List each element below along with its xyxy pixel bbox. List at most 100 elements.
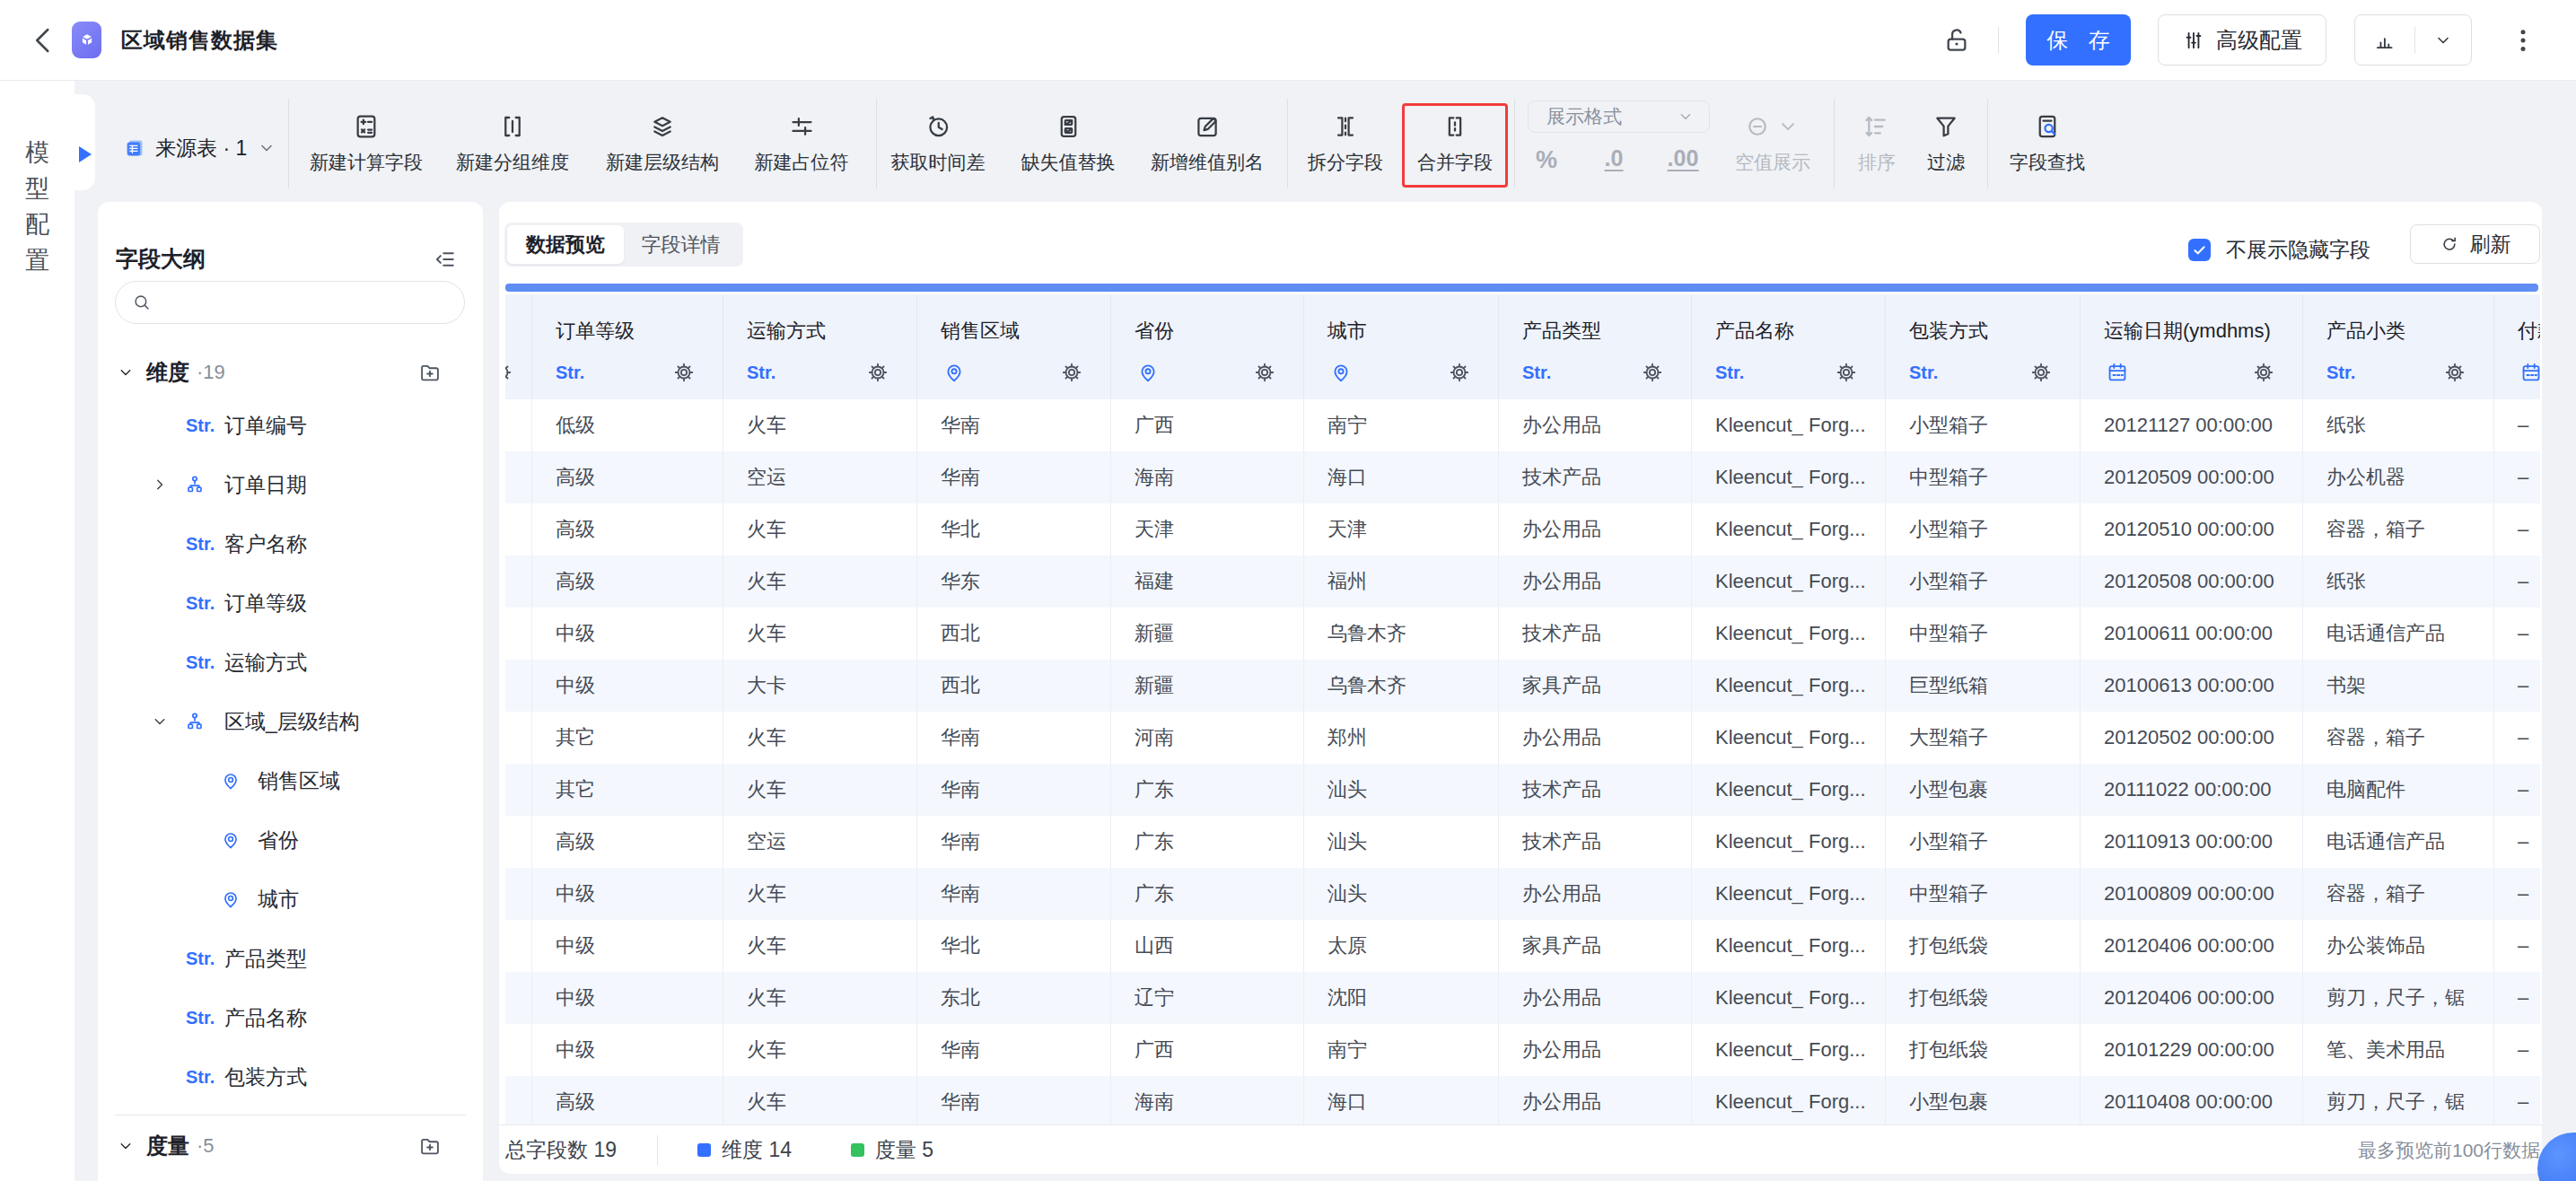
- table-row[interactable]: 中级大卡西北新疆乌鲁木齐家具产品Kleencut_ Forg...巨型纸箱201…: [505, 660, 2540, 712]
- column-header[interactable]: 城市: [1304, 294, 1499, 399]
- toolbar-item-calc[interactable]: 新建计算字段: [310, 112, 423, 175]
- field-item[interactable]: 省份: [98, 820, 483, 860]
- table-row[interactable]: 低级火车华南广西南宁办公用品Kleencut_ Forg...小型箱子20121…: [505, 399, 2540, 451]
- expander-icon[interactable]: [151, 476, 169, 494]
- table-row[interactable]: 高级空运华南海南海口技术产品Kleencut_ Forg...中型箱子20120…: [505, 451, 2540, 503]
- toolbar-item-missing[interactable]: 缺失值替换: [1021, 112, 1116, 175]
- more-menu-icon[interactable]: [2510, 22, 2537, 58]
- table-row[interactable]: 高级火车华北天津天津办公用品Kleencut_ Forg...小型箱子20120…: [505, 503, 2540, 556]
- field-item[interactable]: 城市: [98, 879, 483, 919]
- table-cell: 高级: [532, 816, 723, 868]
- gear-icon[interactable]: [672, 361, 696, 384]
- gear-icon[interactable]: [1448, 361, 1471, 384]
- toolbar-item-layers[interactable]: 新建层级结构: [606, 112, 719, 175]
- column-header[interactable]: 运输方式Str.: [723, 294, 917, 399]
- save-button[interactable]: 保 存: [2026, 14, 2131, 66]
- column-header[interactable]: 运输日期(ymdhms): [2081, 294, 2303, 399]
- table-cell: 海口: [1304, 1076, 1499, 1124]
- back-icon[interactable]: [27, 24, 59, 57]
- table-cell: 办公用品: [1499, 503, 1692, 556]
- field-item[interactable]: 订单日期: [98, 465, 483, 504]
- field-item[interactable]: Str.产品名称: [98, 998, 483, 1037]
- tab-数据预览[interactable]: 数据预览: [507, 225, 624, 264]
- gear-icon[interactable]: [1835, 361, 1858, 384]
- expander-icon[interactable]: [151, 713, 169, 730]
- source-table-selector[interactable]: 来源表 · 1: [124, 127, 276, 169]
- column-header[interactable]: 包装方式Str.: [1886, 294, 2081, 399]
- table-cell: 华南: [917, 1024, 1111, 1076]
- column-header[interactable]: 付款日期: [2494, 294, 2540, 399]
- column-header[interactable]: 销售区域: [917, 294, 1111, 399]
- gear-icon[interactable]: [866, 361, 889, 384]
- assistant-fab[interactable]: [2537, 1133, 2576, 1181]
- preview-table: 订单等级Str.运输方式Str.销售区域省份城市产品类型Str.产品名称Str.…: [505, 294, 2540, 1124]
- table-row[interactable]: 中级火车华南广东汕头办公用品Kleencut_ Forg...中型箱子20100…: [505, 868, 2540, 920]
- expand-panel-arrow-icon[interactable]: [79, 146, 92, 162]
- format-percent-button[interactable]: %: [1536, 146, 1557, 174]
- toolbar-item-sort[interactable]: 排序: [1858, 112, 1896, 175]
- gear-icon[interactable]: [2029, 361, 2053, 384]
- table-row[interactable]: 其它火车华南河南郑州办公用品Kleencut_ Forg...大型箱子20120…: [505, 712, 2540, 764]
- gear-icon[interactable]: [1641, 361, 1664, 384]
- tab-字段详情[interactable]: 字段详情: [624, 225, 738, 264]
- gear-icon[interactable]: [505, 361, 513, 384]
- table-row[interactable]: 中级火车华南广西南宁办公用品Kleencut_ Forg...打包纸袋20101…: [505, 1024, 2540, 1076]
- field-item[interactable]: Str.运输方式: [98, 643, 483, 682]
- table-cell: –: [2494, 920, 2540, 972]
- folder-plus-icon[interactable]: [418, 361, 442, 384]
- section-dimensions[interactable]: 维度·19: [98, 353, 483, 392]
- toolbar-item-filter[interactable]: 过滤: [1927, 112, 1965, 175]
- section-measures[interactable]: 度量·5: [98, 1126, 483, 1166]
- gear-icon[interactable]: [2252, 361, 2275, 384]
- toolbar-item-timediff[interactable]: 获取时间差: [891, 112, 986, 175]
- collapse-panel-icon[interactable]: [433, 247, 458, 272]
- refresh-button[interactable]: 刷新: [2410, 224, 2540, 264]
- toolbar-item-nullshow[interactable]: 空值展示: [1735, 112, 1810, 175]
- field-item[interactable]: Str.订单编号: [98, 406, 483, 445]
- field-item[interactable]: Str.订单等级: [98, 583, 483, 623]
- table-cell: 汕头: [1304, 868, 1499, 920]
- column-header[interactable]: 产品类型Str.: [1499, 294, 1692, 399]
- column-header[interactable]: 订单等级Str.: [532, 294, 723, 399]
- table-row[interactable]: 其它火车华南广东汕头技术产品Kleencut_ Forg...小型包裹20111…: [505, 764, 2540, 816]
- lock-icon[interactable]: [1942, 26, 1971, 55]
- table-row[interactable]: 高级空运华南广东汕头技术产品Kleencut_ Forg...小型箱子20110…: [505, 816, 2540, 868]
- chevron-down-icon[interactable]: [2415, 15, 2471, 65]
- toolbar-item-holder[interactable]: 新建占位符: [755, 112, 849, 175]
- toolbar-item-alias[interactable]: 新增维值别名: [1151, 112, 1264, 175]
- field-item[interactable]: Str.客户名称: [98, 524, 483, 564]
- hide-hidden-fields-checkbox[interactable]: [2188, 239, 2211, 261]
- table-cell: 汕头: [1304, 764, 1499, 816]
- toolbar-item-split[interactable]: 拆分字段: [1308, 112, 1383, 175]
- field-item[interactable]: 区域_层级结构: [98, 702, 483, 741]
- gear-icon[interactable]: [1253, 361, 1276, 384]
- bar-chart-icon[interactable]: [2355, 15, 2414, 65]
- table-cell: 电话通信产品: [2303, 816, 2494, 868]
- table-row[interactable]: 高级火车华南海南海口办公用品Kleencut_ Forg...小型包裹20110…: [505, 1076, 2540, 1124]
- table-cell: 20111022 00:00:00: [2081, 764, 2303, 816]
- toolbar-item-group[interactable]: 新建分组维度: [456, 112, 569, 175]
- field-item[interactable]: Str.包装方式: [98, 1057, 483, 1097]
- table-row[interactable]: 高级火车华东福建福州办公用品Kleencut_ Forg...小型箱子20120…: [505, 556, 2540, 608]
- gear-icon[interactable]: [2443, 361, 2466, 384]
- column-header[interactable]: 产品小类Str.: [2303, 294, 2494, 399]
- field-item[interactable]: Str.产品类型: [98, 939, 483, 978]
- table-cell: 20101229 00:00:00: [2081, 1024, 2303, 1076]
- table-cell: 中级: [532, 972, 723, 1024]
- table-row[interactable]: 中级火车西北新疆乌鲁木齐技术产品Kleencut_ Forg...中型箱子201…: [505, 608, 2540, 660]
- advanced-config-button[interactable]: 高级配置: [2158, 14, 2326, 66]
- table-row[interactable]: 中级火车华北山西太原家具产品Kleencut_ Forg...打包纸袋20120…: [505, 920, 2540, 972]
- column-header[interactable]: 省份: [1111, 294, 1304, 399]
- field-item[interactable]: 销售区域: [98, 761, 483, 800]
- gear-icon[interactable]: [1060, 361, 1083, 384]
- horizontal-scrollbar[interactable]: [505, 284, 2538, 292]
- field-search-input[interactable]: [115, 281, 465, 324]
- format-decimal2-button[interactable]: .00: [1668, 146, 1699, 171]
- folder-plus-icon[interactable]: [418, 1134, 442, 1158]
- table-row[interactable]: 中级火车东北辽宁沈阳办公用品Kleencut_ Forg...打包纸袋20120…: [505, 972, 2540, 1024]
- chart-split-button[interactable]: [2354, 14, 2472, 66]
- format-decimal1-button[interactable]: .0: [1605, 146, 1624, 171]
- column-header[interactable]: 产品名称Str.: [1692, 294, 1886, 399]
- toolbar-item-findfield[interactable]: 字段查找: [2010, 112, 2085, 175]
- display-format-select[interactable]: 展示格式: [1528, 101, 1710, 133]
